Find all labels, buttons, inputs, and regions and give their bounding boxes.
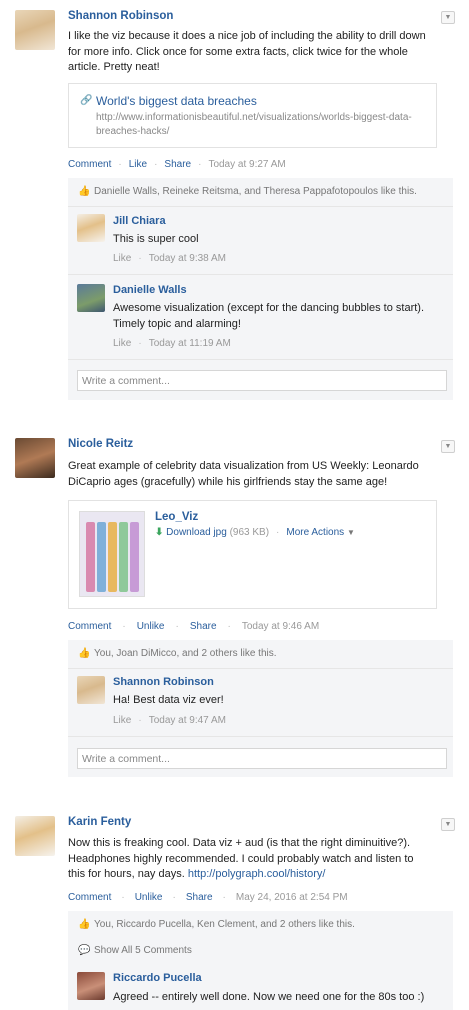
link-preview-card[interactable]: 🔗 World's biggest data breaches http://w… — [68, 83, 437, 148]
unlike-link[interactable]: Unlike — [135, 892, 163, 903]
avatar[interactable] — [77, 284, 105, 312]
post-link[interactable]: http://polygraph.cool/history/ — [188, 868, 326, 880]
likes-summary: 👍 Danielle Walls, Reineke Reitsma, and Th… — [68, 178, 453, 207]
speech-bubble-icon: 💬 — [78, 945, 91, 956]
avatar[interactable] — [77, 214, 105, 242]
post-actions: Comment · Unlike · Share · Today at 9:46 AM — [68, 621, 320, 632]
post-actions: Comment · Unlike · Share · May 24, 2016 at 2:5… — [68, 892, 348, 903]
share-link[interactable]: Share — [186, 892, 213, 903]
reply-timestamp: Today at 11:19 AM — [148, 338, 231, 349]
reply-body: Agreed -- entirely well done. Now we nee… — [113, 991, 425, 1003]
comment-input[interactable]: Write a comment... — [77, 748, 447, 769]
more-actions-link[interactable]: More Actions — [286, 527, 344, 538]
reply-body: Awesome visualization (except for the da… — [113, 302, 425, 330]
reply: Riccardo Pucella Agreed -- entirely well… — [68, 964, 453, 1010]
like-link[interactable]: Like — [113, 338, 131, 349]
file-preview-card[interactable]: Leo_Viz ⬇ Download jpg (963 KB) · More Act… — [68, 500, 437, 609]
share-link[interactable]: Share — [164, 159, 191, 170]
reply: Shannon Robinson Ha! Best data viz ever!… — [68, 669, 453, 737]
reply-body: This is super cool — [113, 233, 199, 245]
reply-timestamp: Today at 9:47 AM — [148, 715, 226, 726]
reply-body: Ha! Best data viz ever! — [113, 694, 224, 706]
likes-summary: 👍 You, Joan DiMicco, and 2 others like th… — [68, 640, 453, 669]
show-all-comments[interactable]: 💬 Show All 5 Comments — [68, 937, 453, 966]
like-link[interactable]: Like — [113, 715, 131, 726]
caret-down-icon[interactable]: ▼ — [441, 818, 455, 831]
link-title[interactable]: World's biggest data breaches — [96, 94, 257, 108]
likes-text[interactable]: Danielle Walls, Reineke Reitsma, and The… — [94, 186, 417, 197]
post-author[interactable]: Shannon Robinson — [68, 10, 173, 22]
post-timestamp: Today at 9:46 AM — [241, 621, 320, 632]
post-actions: Comment · Like · Share · Today at 9:27 AM — [68, 159, 286, 170]
avatar[interactable] — [77, 972, 105, 1000]
file-thumbnail[interactable] — [79, 511, 145, 597]
post-body: Great example of celebrity data visualiz… — [68, 460, 419, 488]
like-link[interactable]: Like — [129, 159, 147, 170]
likes-text[interactable]: You, Joan DiMicco, and 2 others like thi… — [94, 648, 277, 659]
post-body: I like the viz because it does a nice jo… — [68, 30, 426, 73]
reply-author[interactable]: Riccardo Pucella — [113, 972, 202, 984]
share-link[interactable]: Share — [190, 621, 217, 632]
avatar[interactable] — [15, 816, 55, 856]
download-icon[interactable]: ⬇ — [155, 527, 163, 538]
comment-input[interactable]: Write a comment... — [77, 370, 447, 391]
thumbs-up-icon: 👍 — [78, 186, 91, 197]
reply-author[interactable]: Jill Chiara — [113, 215, 166, 227]
post-author[interactable]: Karin Fenty — [68, 816, 131, 828]
comment-link[interactable]: Comment — [68, 892, 111, 903]
caret-down-icon[interactable]: ▼ — [441, 440, 455, 453]
post-timestamp: Today at 9:27 AM — [208, 159, 286, 170]
like-link[interactable]: Like — [113, 253, 131, 264]
avatar[interactable] — [15, 438, 55, 478]
reply-author[interactable]: Shannon Robinson — [113, 676, 214, 688]
link-icon: 🔗 — [80, 95, 93, 106]
unlike-link[interactable]: Unlike — [137, 621, 165, 632]
thumbs-up-icon: 👍 — [78, 919, 91, 930]
post-body: Now this is freaking cool. Data viz + au… — [68, 836, 428, 883]
caret-down-icon[interactable]: ▼ — [441, 11, 455, 24]
link-url[interactable]: http://www.informationisbeautiful.net/vi… — [96, 111, 426, 139]
likes-summary: 👍 You, Riccardo Pucella, Ken Clement, and… — [68, 911, 453, 940]
comment-link[interactable]: Comment — [68, 621, 111, 632]
reply-author[interactable]: Danielle Walls — [113, 284, 187, 296]
reply: Danielle Walls Awesome visualization (ex… — [68, 275, 453, 360]
file-size: (963 KB) — [229, 527, 270, 538]
post-timestamp: May 24, 2016 at 2:54 PM — [235, 892, 348, 903]
download-link[interactable]: Download jpg — [166, 527, 227, 538]
post-author[interactable]: Nicole Reitz — [68, 438, 133, 450]
reply: Jill Chiara This is super cool Like · Toda… — [68, 207, 453, 275]
reply-meta: Like · Today at 11:19 AM — [113, 338, 231, 349]
file-name[interactable]: Leo_Viz — [155, 511, 198, 523]
chevron-down-icon[interactable]: ▼ — [347, 528, 355, 537]
thumbs-up-icon: 👍 — [78, 648, 91, 659]
reply-timestamp: Today at 9:38 AM — [148, 253, 226, 264]
avatar[interactable] — [77, 676, 105, 704]
comment-link[interactable]: Comment — [68, 159, 111, 170]
file-meta: ⬇ Download jpg (963 KB) · More Actions ▼ — [155, 527, 355, 538]
avatar[interactable] — [15, 10, 55, 50]
show-all-text[interactable]: Show All 5 Comments — [94, 945, 192, 956]
reply-meta: Like · Today at 9:38 AM — [113, 253, 226, 264]
likes-text[interactable]: You, Riccardo Pucella, Ken Clement, and … — [94, 919, 355, 930]
reply-meta: Like · Today at 9:47 AM — [113, 715, 226, 726]
